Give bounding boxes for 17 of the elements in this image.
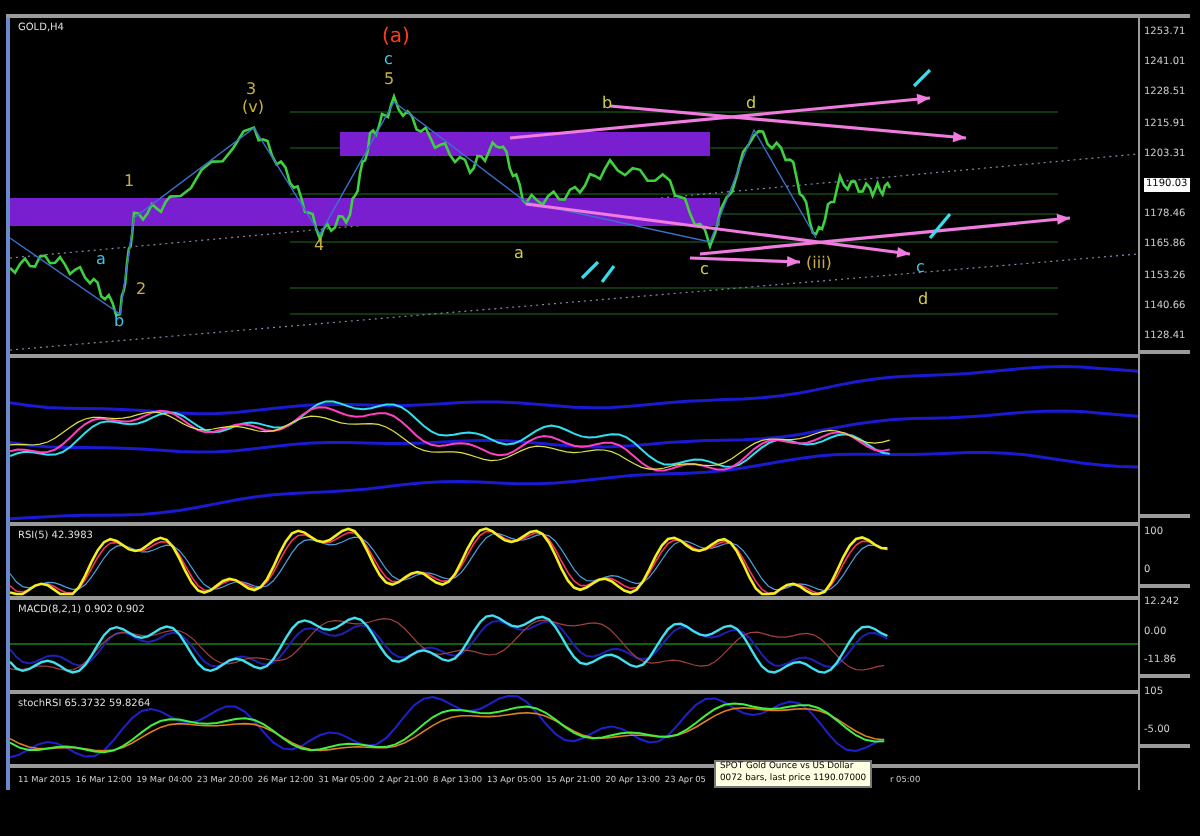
wave-label: (iii) (806, 256, 832, 272)
wave-label: b (114, 314, 125, 330)
wave-label: 3 (246, 82, 257, 98)
wave-label: d (746, 96, 757, 112)
wave-label: d (918, 292, 929, 308)
wave-label: a (514, 246, 524, 262)
wave-label: (a) (382, 30, 410, 46)
wave-label: 1 (124, 174, 135, 190)
wave-label: a (96, 252, 106, 268)
wave-label: (v) (242, 100, 264, 116)
wave-label: 5 (384, 72, 395, 88)
wave-label: 2 (136, 282, 147, 298)
wave-label: c (916, 260, 925, 276)
wave-label: 4 (314, 238, 325, 254)
wave-label: c (384, 52, 393, 68)
wave-label: c (700, 262, 709, 278)
wave-label: b (602, 96, 613, 112)
